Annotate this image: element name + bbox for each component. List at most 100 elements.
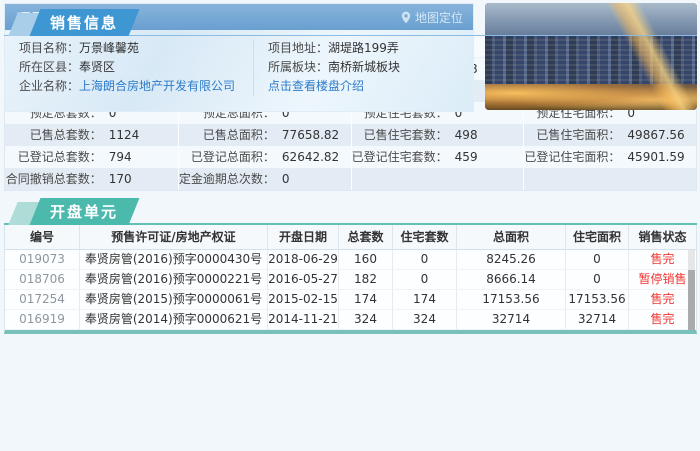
sales-cell: 已登记总套数： 794 <box>5 146 178 168</box>
page: 项目基本信息 地图定位 项目名称：万景峰馨苑 所在区县：奉贤区 <box>0 0 700 451</box>
field-label: 企业名称： <box>19 79 80 93</box>
units-cell-id: 016919 <box>19 312 65 326</box>
sales-cell: 已售住宅面积： 49867.56 <box>523 124 696 146</box>
units-row: 016919 奉贤房管(2014)预字0000621号 2014-11-21 3… <box>5 310 696 330</box>
units-row: 019073 奉贤房管(2016)预字0000430号 2018-06-29 1… <box>5 250 696 270</box>
sales-cell-label: 已售总套数： <box>29 128 102 142</box>
units-cell-permit: 奉贤房管(2015)预字0000061号 <box>79 290 267 309</box>
sales-cell-label: 已登记住宅面积： <box>524 150 621 164</box>
units-cell-date: 2014-11-21 <box>267 310 338 329</box>
sales-cell-value: 49867.56 <box>627 128 685 142</box>
sales-cell-value: 45901.59 <box>627 150 685 164</box>
sales-cell: 已登记住宅套数： 459 <box>350 146 524 168</box>
units-cell-res-units: 324 <box>392 310 456 329</box>
sales-tab-label: 销售信息 <box>50 14 119 32</box>
sales-cell: 已登记总面积： 62642.82 <box>177 146 351 168</box>
sales-cell: 已售住宅套数： 498 <box>350 124 524 146</box>
field-value: 奉贤区 <box>79 60 116 74</box>
sales-cell: 已售总面积： 77658.82 <box>177 124 351 146</box>
units-cell-status: 售完 <box>628 250 696 269</box>
sales-cell-label: 已登记总套数： <box>17 150 102 164</box>
units-header-cell: 开盘日期 <box>267 225 338 250</box>
units-tab-label: 开盘单元 <box>50 203 119 221</box>
units-row: 017254 奉贤房管(2015)预字0000061号 2015-02-15 1… <box>5 290 696 310</box>
sales-cell: 合同撤销总套数： 170 <box>5 168 178 190</box>
sales-cell-label: 已售住宅面积： <box>536 128 621 142</box>
units-cell-res-area: 32714 <box>565 310 628 329</box>
units-cell-status: 暂停销售 <box>628 270 696 289</box>
sales-cell-value: 498 <box>454 128 478 142</box>
sales-cell-value <box>448 168 524 190</box>
units-cell-total-area: 32714 <box>456 310 565 329</box>
tab-sales-info[interactable]: 销售信息 <box>29 9 140 36</box>
units-cell-date: 2016-05-27 <box>267 270 338 289</box>
field-value: 万景峰馨苑 <box>79 41 140 55</box>
units-cell-total-area: 8666.14 <box>456 270 565 289</box>
field-label: 所在区县： <box>19 60 80 74</box>
sales-row: 已售总套数： 1124 已售总面积： 77658.82 已售住宅套数： 498 已售住… <box>5 124 696 146</box>
units-cell-permit: 奉贤房管(2016)预字0000221号 <box>79 270 267 289</box>
sales-cell-value: 170 <box>108 172 132 186</box>
sales-tab-row: 销售信息 <box>4 9 697 36</box>
units-header-cell: 编号 <box>29 230 54 244</box>
units-header-cell: 住宅面积 <box>565 225 628 250</box>
field-project-name: 项目名称：万景峰馨苑 <box>19 39 253 58</box>
units-header-cell: 总套数 <box>338 225 392 250</box>
sales-cell-label <box>352 168 448 190</box>
units-cell-status: 售完 <box>628 310 696 329</box>
project-fields-right: 项目地址：湖堤路199弄 所属板块：南桥新城板块 点击查看楼盘介绍 <box>253 39 473 96</box>
units-cell-permit: 奉贤房管(2016)预字0000430号 <box>79 250 267 269</box>
sales-cell-value: 62642.82 <box>281 150 340 164</box>
units-cell-res-area: 0 <box>565 270 628 289</box>
units-cell-permit: 奉贤房管(2014)预字0000621号 <box>79 310 267 329</box>
sales-row: 已登记总套数： 794 已登记总面积： 62642.82 已登记住宅套数： 459 已… <box>5 146 696 168</box>
units-header-cell: 预售许可证/房地产权证 <box>79 225 267 250</box>
sales-cell-label: 已登记总面积： <box>190 150 275 164</box>
view-details-link[interactable]: 点击查看楼盘介绍 <box>268 79 364 93</box>
field-value: 湖堤路199弄 <box>328 41 399 55</box>
sales-cell-label: 已登记住宅套数： <box>351 150 448 164</box>
units-header: 编号 预售许可证/房地产权证 开盘日期 总套数 住宅套数 总面积 住宅面积 销售… <box>5 225 696 250</box>
units-cell-id: 019073 <box>19 252 65 266</box>
units-cell-total-area: 17153.56 <box>456 290 565 309</box>
sales-cell: 已售总套数： 1124 <box>5 124 178 146</box>
units-cell-date: 2018-06-29 <box>267 250 338 269</box>
units-cell-res-units: 174 <box>392 290 456 309</box>
sales-row: 合同撤销总套数： 170 定金逾期总次数： 0 <box>5 168 696 190</box>
units-cell-total-units: 160 <box>338 250 392 269</box>
units-table: 编号 预售许可证/房地产权证 开盘日期 总套数 住宅套数 总面积 住宅面积 销售… <box>4 225 697 334</box>
sales-cell-value: 1124 <box>108 128 140 142</box>
field-district: 所在区县：奉贤区 <box>19 58 253 77</box>
units-cell-date: 2015-02-15 <box>267 290 338 309</box>
units-scrollbar-thumb[interactable] <box>688 270 695 330</box>
units-body: 019073 奉贤房管(2016)预字0000430号 2018-06-29 1… <box>5 250 696 330</box>
units-header-cell: 销售状态 <box>628 225 696 250</box>
field-label: 项目名称： <box>19 41 80 55</box>
units-cell-status: 售完 <box>628 290 696 309</box>
sales-cell-value: 77658.82 <box>281 128 340 142</box>
units-cell-res-area: 17153.56 <box>565 290 628 309</box>
units-cell-res-units: 0 <box>392 270 456 289</box>
project-fields: 项目名称：万景峰馨苑 所在区县：奉贤区 企业名称：上海朗合房地产开发有限公司 项… <box>5 30 473 96</box>
sales-cell-label: 合同撤销总套数： <box>5 172 102 186</box>
sales-cell-label: 已售住宅套数： <box>363 128 448 142</box>
project-fields-left: 项目名称：万景峰馨苑 所在区县：奉贤区 企业名称：上海朗合房地产开发有限公司 <box>5 39 253 96</box>
units-cell-total-units: 324 <box>338 310 392 329</box>
tab-opening-units[interactable]: 开盘单元 <box>29 198 140 225</box>
sales-cell-value <box>620 168 696 190</box>
units-header-cell: 总面积 <box>456 225 565 250</box>
units-cell-id: 018706 <box>19 272 65 286</box>
sales-cell: 定金逾期总次数： 0 <box>177 168 351 190</box>
field-address: 项目地址：湖堤路199弄 <box>268 39 473 58</box>
sales-cell-value: 794 <box>108 150 132 164</box>
company-link[interactable]: 上海朗合房地产开发有限公司 <box>79 79 235 93</box>
units-tab-row: 开盘单元 <box>4 198 697 225</box>
sales-cell: 已登记住宅面积： 45901.59 <box>523 146 696 168</box>
sales-cell-label: 已售总面积： <box>202 128 275 142</box>
sales-cell-value: 0 <box>281 172 290 186</box>
field-block: 所属板块：南桥新城板块 <box>268 58 473 77</box>
units-cell-total-units: 182 <box>338 270 392 289</box>
units-cell-res-area: 0 <box>565 250 628 269</box>
sales-cell <box>350 168 524 190</box>
units-scrollbar[interactable] <box>688 250 695 330</box>
